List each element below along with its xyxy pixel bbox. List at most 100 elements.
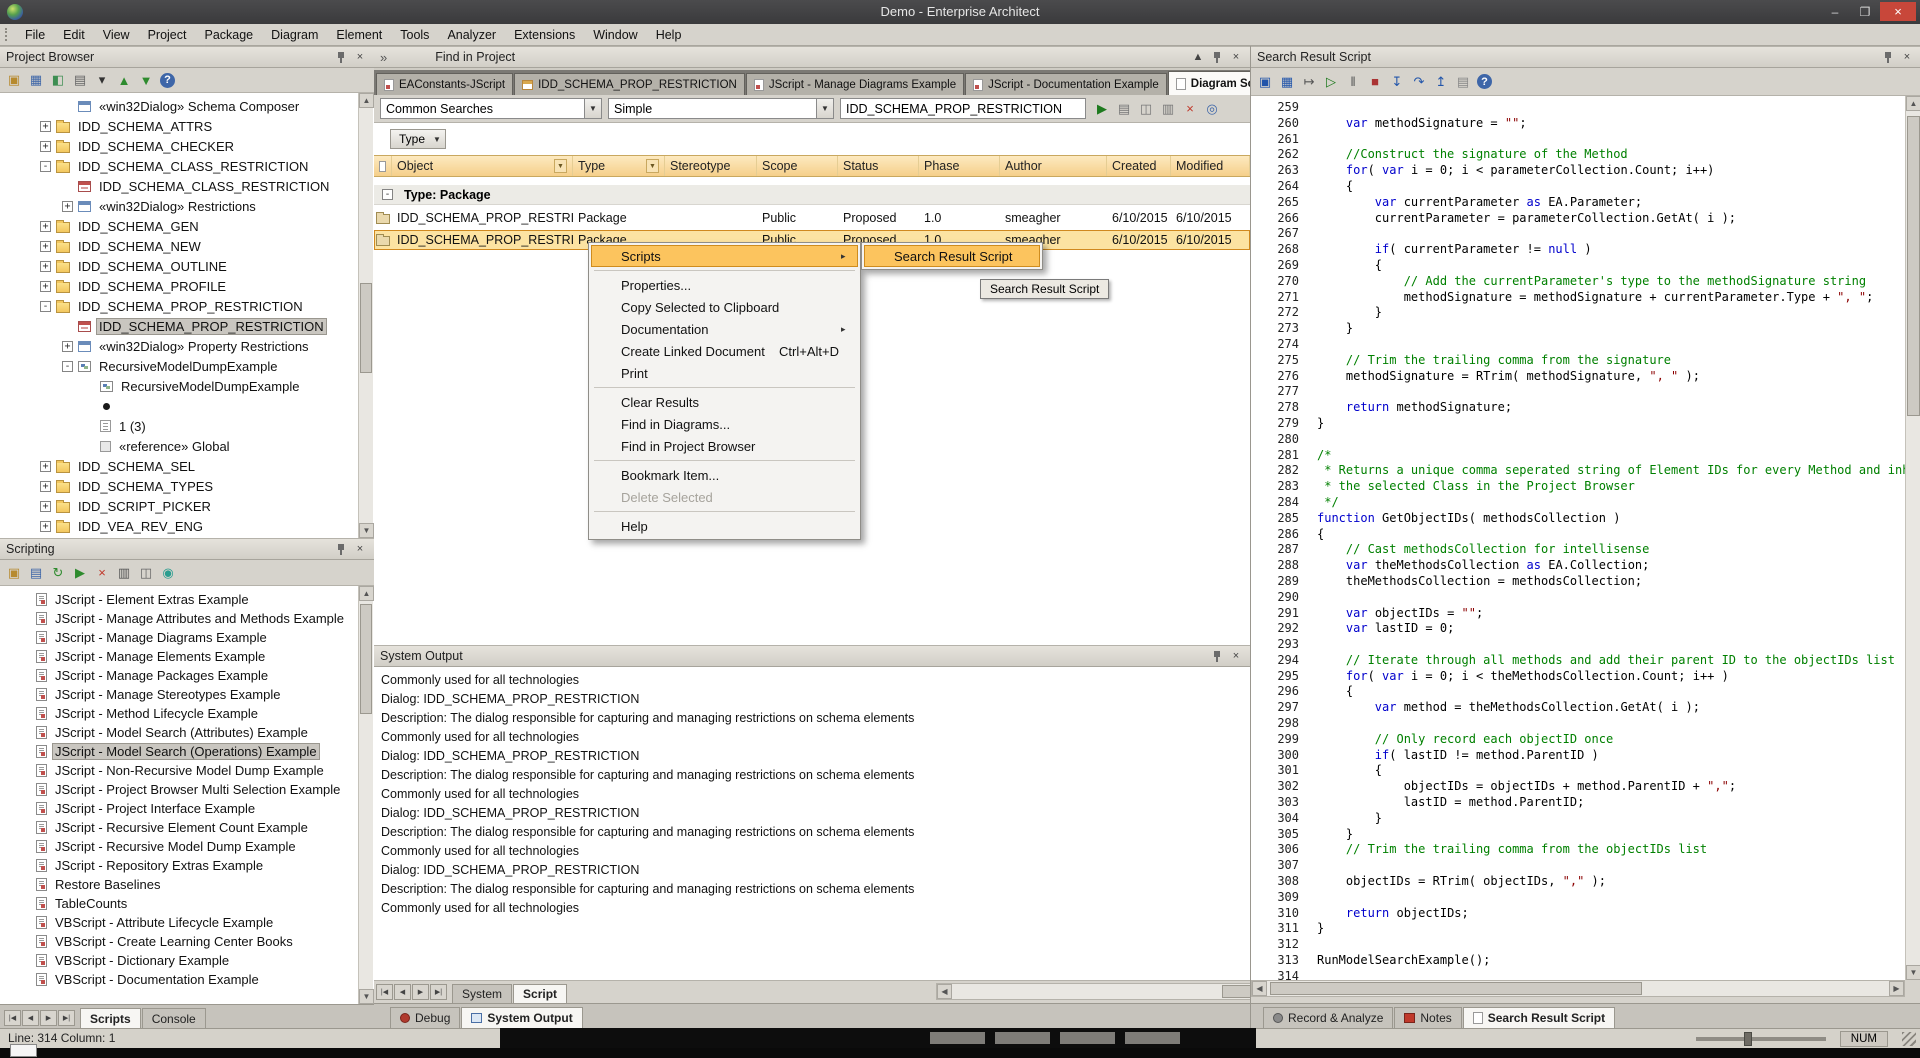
project-browser-tree[interactable]: «win32Dialog» Schema Composer+IDD_SCHEMA… (0, 93, 374, 538)
tree-item[interactable]: -RecursiveModelDumpExample (0, 356, 358, 376)
doc-tab[interactable]: IDD_SCHEMA_PROP_RESTRICTION (514, 73, 745, 95)
new-script-icon[interactable]: ▤ (26, 563, 46, 583)
tree-item[interactable]: IDD_SCHEMA_CLASS_RESTRICTION (0, 176, 358, 196)
tab-system[interactable]: System (452, 984, 512, 1003)
new-script-group-icon[interactable]: ▣ (4, 563, 24, 583)
script-item[interactable]: JScript - Manage Packages Example (0, 666, 358, 685)
prev-tab-button[interactable]: ◀ (394, 984, 411, 1000)
script-item[interactable]: JScript - Model Search (Attributes) Exam… (0, 723, 358, 742)
menu-extensions[interactable]: Extensions (505, 25, 584, 45)
next-tab-button[interactable]: ▶ (40, 1010, 57, 1026)
prev-tab-button[interactable]: ◀ (22, 1010, 39, 1026)
copy-results-icon[interactable]: ◫ (1136, 99, 1156, 119)
column-header-phase[interactable]: Phase (919, 156, 1000, 176)
scroll-down-icon[interactable]: ▼ (1906, 965, 1920, 980)
context-menu-item[interactable]: Scripts▸ (591, 245, 858, 267)
tree-item[interactable]: +IDD_SCHEMA_NEW (0, 236, 358, 256)
menu-tools[interactable]: Tools (391, 25, 438, 45)
tree-item[interactable]: +IDD_SCHEMA_ATTRS (0, 116, 358, 136)
close-icon[interactable]: × (352, 50, 368, 64)
scroll-up-icon[interactable]: ▲ (359, 586, 374, 601)
script-item[interactable]: JScript - Non-Recursive Model Dump Examp… (0, 761, 358, 780)
script-item[interactable]: JScript - Element Extras Example (0, 590, 358, 609)
move-down-icon[interactable]: ▼ (136, 70, 156, 90)
pin-icon[interactable] (1209, 649, 1225, 663)
tree-item[interactable]: RecursiveModelDumpExample (0, 376, 358, 396)
script-item[interactable]: JScript - Repository Extras Example (0, 856, 358, 875)
script-item[interactable]: JScript - Project Browser Multi Selectio… (0, 780, 358, 799)
editor-vscrollbar[interactable]: ▲ ▼ (1905, 96, 1920, 980)
next-tab-button[interactable]: ▶ (412, 984, 429, 1000)
tree-item[interactable]: +«win32Dialog» Restrictions (0, 196, 358, 216)
doc-tab[interactable]: Diagram Script (1168, 71, 1250, 95)
tab-debug[interactable]: Debug (390, 1007, 460, 1028)
last-tab-button[interactable]: ▶| (430, 984, 447, 1000)
script-item[interactable]: JScript - Recursive Element Count Exampl… (0, 818, 358, 837)
tree-item[interactable]: +IDD_SCRIPT_PICKER (0, 496, 358, 516)
new-doc-icon[interactable]: ▤ (1453, 72, 1473, 92)
expand-toggle-icon[interactable]: + (40, 521, 51, 532)
editor-hscrollbar[interactable]: ◀ ▶ (1251, 980, 1905, 997)
context-menu-item[interactable]: Clear Results (591, 391, 858, 413)
script-item[interactable]: JScript - Manage Attributes and Methods … (0, 609, 358, 628)
expand-toggle-icon[interactable]: - (40, 301, 51, 312)
chevrons-right-icon[interactable]: » (380, 50, 387, 65)
tree-item[interactable]: +IDD_SCHEMA_OUTLINE (0, 256, 358, 276)
script-item[interactable]: JScript - Recursive Model Dump Example (0, 837, 358, 856)
tree-item[interactable]: -IDD_SCHEMA_CLASS_RESTRICTION (0, 156, 358, 176)
script-item[interactable]: JScript - Method Lifecycle Example (0, 704, 358, 723)
script-item[interactable]: VBScript - Attribute Lifecycle Example (0, 913, 358, 932)
tree-item[interactable]: «win32Dialog» Schema Composer (0, 96, 358, 116)
zoom-slider[interactable] (1696, 1037, 1826, 1041)
column-header-status[interactable]: Status (838, 156, 919, 176)
close-icon[interactable]: × (1899, 50, 1915, 64)
script-item[interactable]: Restore Baselines (0, 875, 358, 894)
tab-record-analyze[interactable]: Record & Analyze (1263, 1007, 1393, 1028)
pause-icon[interactable]: ‖ (1343, 72, 1363, 92)
script-item[interactable]: VBScript - Dictionary Example (0, 951, 358, 970)
menu-project[interactable]: Project (139, 25, 196, 45)
minimize-button[interactable]: – (1820, 2, 1850, 21)
close-button[interactable]: × (1880, 2, 1916, 21)
save-all-icon[interactable]: ▦ (1277, 72, 1297, 92)
column-header-created[interactable]: Created (1107, 156, 1171, 176)
tree-item[interactable]: +IDD_SCHEMA_CHECKER (0, 136, 358, 156)
context-menu-item[interactable]: Documentation▸ (591, 318, 858, 340)
results-group-row[interactable]: - Type: Package (374, 185, 1250, 205)
new-package-icon[interactable]: ▣ (4, 70, 24, 90)
search-options-icon[interactable]: ◎ (1202, 99, 1222, 119)
script-item[interactable]: JScript - Manage Elements Example (0, 647, 358, 666)
menu-view[interactable]: View (94, 25, 139, 45)
script-item[interactable]: TableCounts (0, 894, 358, 913)
run-script-icon[interactable]: ▶ (70, 563, 90, 583)
step-into-icon[interactable]: ↧ (1387, 72, 1407, 92)
chevron-down-icon[interactable]: ▼ (816, 99, 833, 118)
context-menu-item[interactable]: Help (591, 515, 858, 537)
clear-search-icon[interactable]: × (1180, 99, 1200, 119)
expand-toggle-icon[interactable]: + (62, 201, 73, 212)
column-header-icon[interactable] (374, 156, 392, 176)
expand-toggle-icon[interactable]: + (40, 221, 51, 232)
scroll-left-icon[interactable]: ◀ (1252, 981, 1267, 996)
new-element-icon[interactable]: ◧ (48, 70, 68, 90)
browser-help-icon[interactable]: ? (160, 73, 175, 88)
column-header-type[interactable]: Type▼ (573, 156, 665, 176)
script-item[interactable]: VBScript - Documentation Example (0, 970, 358, 989)
collapse-toggle-icon[interactable]: - (382, 189, 393, 200)
menu-element[interactable]: Element (327, 25, 391, 45)
doc-tab[interactable]: EAConstants-JScript (376, 73, 513, 95)
first-tab-button[interactable]: |◀ (4, 1010, 21, 1026)
tree-item[interactable]: +IDD_SCHEMA_TYPES (0, 476, 358, 496)
pin-icon[interactable] (1209, 50, 1225, 64)
run-search-icon[interactable]: ▶ (1092, 99, 1112, 119)
delete-script-icon[interactable]: × (92, 563, 112, 583)
new-diagram-icon[interactable]: ▦ (26, 70, 46, 90)
tree-item[interactable]: +IDD_VEA_REV_ENG (0, 516, 358, 536)
scroll-down-icon[interactable]: ▼ (359, 989, 374, 1004)
column-header-modified[interactable]: Modified (1171, 156, 1250, 176)
menu-analyzer[interactable]: Analyzer (438, 25, 505, 45)
package-contents-icon[interactable]: ▤ (70, 70, 90, 90)
tab-console[interactable]: Console (142, 1008, 206, 1029)
tree-item[interactable] (0, 396, 358, 416)
sort-arrow-icon[interactable]: ▼ (554, 159, 567, 173)
